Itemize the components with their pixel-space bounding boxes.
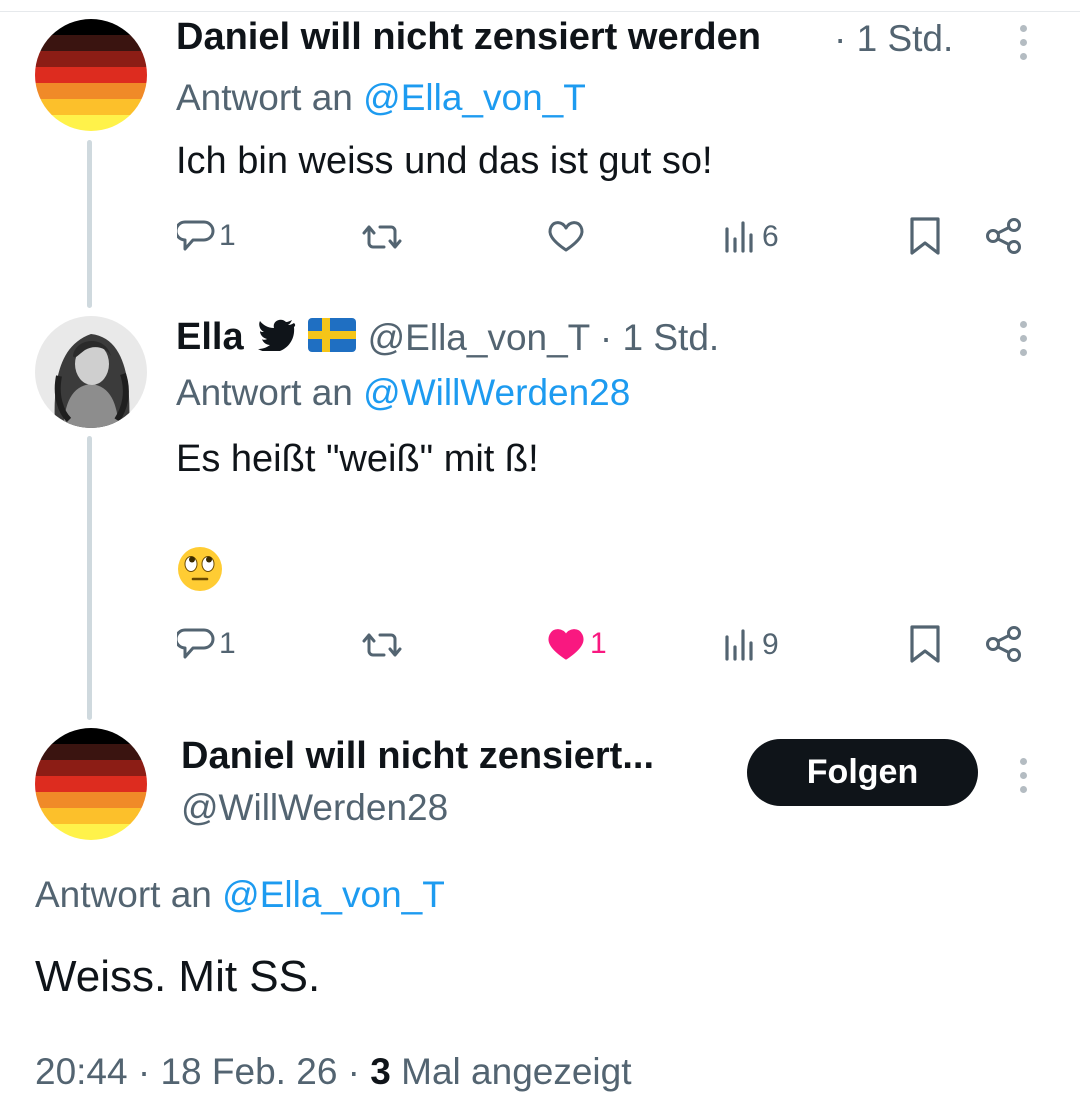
separator: · [137,1051,151,1092]
reply-to-mention[interactable]: @Ella_von_T [222,874,445,915]
author-handle[interactable]: @Ella_von_T [368,317,590,358]
author-handle[interactable]: @WillWerden28 [181,787,448,829]
sweden-flag-icon [307,318,356,357]
avatar[interactable] [35,19,147,131]
reply-count: 1 [219,219,236,252]
separator: · [834,18,847,59]
separator: · [599,316,613,358]
follow-button[interactable]: Folgen [747,739,978,806]
like-button[interactable] [546,218,590,254]
views-label: Mal angezeigt [401,1051,632,1092]
views-button[interactable]: 9 [722,628,779,662]
reply-button[interactable]: 1 [177,626,236,662]
like-count: 1 [590,627,607,660]
share-nodes-icon [984,624,1024,664]
share-button[interactable] [984,216,1024,256]
reply-prefix: Antwort an [176,372,353,413]
more-options-icon[interactable] [1019,758,1029,800]
views-count: 6 [762,220,779,253]
more-options-icon[interactable] [1019,25,1029,67]
bookmark-icon [908,624,942,664]
eye-roll-emoji [176,545,224,598]
author-name[interactable]: Daniel will nicht zensiert werden [176,16,761,59]
share-button[interactable] [984,624,1024,664]
bar-chart-icon [722,221,758,253]
top-divider [0,11,1080,12]
more-options-icon[interactable] [1019,321,1029,363]
bookmark-icon [908,216,942,256]
author-name[interactable]: Daniel will nicht zensiert... [181,735,654,778]
reply-prefix: Antwort an [176,77,353,118]
author-name[interactable]: Ella [176,316,244,359]
tweet-text: Ich bin weiss und das ist gut so! [176,140,713,182]
bookmark-button[interactable] [908,216,942,256]
views-count: 9 [762,628,779,661]
separator: · [347,1051,360,1092]
reply-count: 1 [219,627,236,660]
retweet-button[interactable] [358,219,410,255]
retweet-arrows-icon [358,627,406,663]
reply-prefix: Antwort an [35,874,212,915]
speech-bubble-icon [177,218,215,254]
reply-to-mention[interactable]: @Ella_von_T [363,77,586,118]
tweet-text: Weiss. Mit SS. [35,952,321,1001]
speech-bubble-icon [177,626,215,662]
avatar[interactable] [35,316,147,428]
retweet-button[interactable] [358,627,410,663]
retweet-arrows-icon [358,219,406,255]
avatar[interactable] [35,728,147,840]
reply-button[interactable]: 1 [177,218,236,254]
heart-icon [546,626,586,662]
bird-icon [257,319,296,356]
like-button[interactable]: 1 [546,626,607,662]
date[interactable]: 18 Feb. 26 [160,1051,337,1092]
bar-chart-icon [722,629,758,661]
share-nodes-icon [984,216,1024,256]
timestamp[interactable]: 1 Std. [623,317,720,358]
reply-to-mention[interactable]: @WillWerden28 [363,372,630,413]
bookmark-button[interactable] [908,624,942,664]
views-count: 3 [370,1051,391,1092]
heart-icon [546,218,586,254]
tweet-text: Es heißt "weiß" mit ß! [176,438,539,480]
views-button[interactable]: 6 [722,220,779,254]
timestamp[interactable]: 1 Std. [857,18,954,59]
timestamp[interactable]: 20:44 [35,1051,128,1092]
thread-connector [87,140,92,308]
thread-connector [87,436,92,720]
